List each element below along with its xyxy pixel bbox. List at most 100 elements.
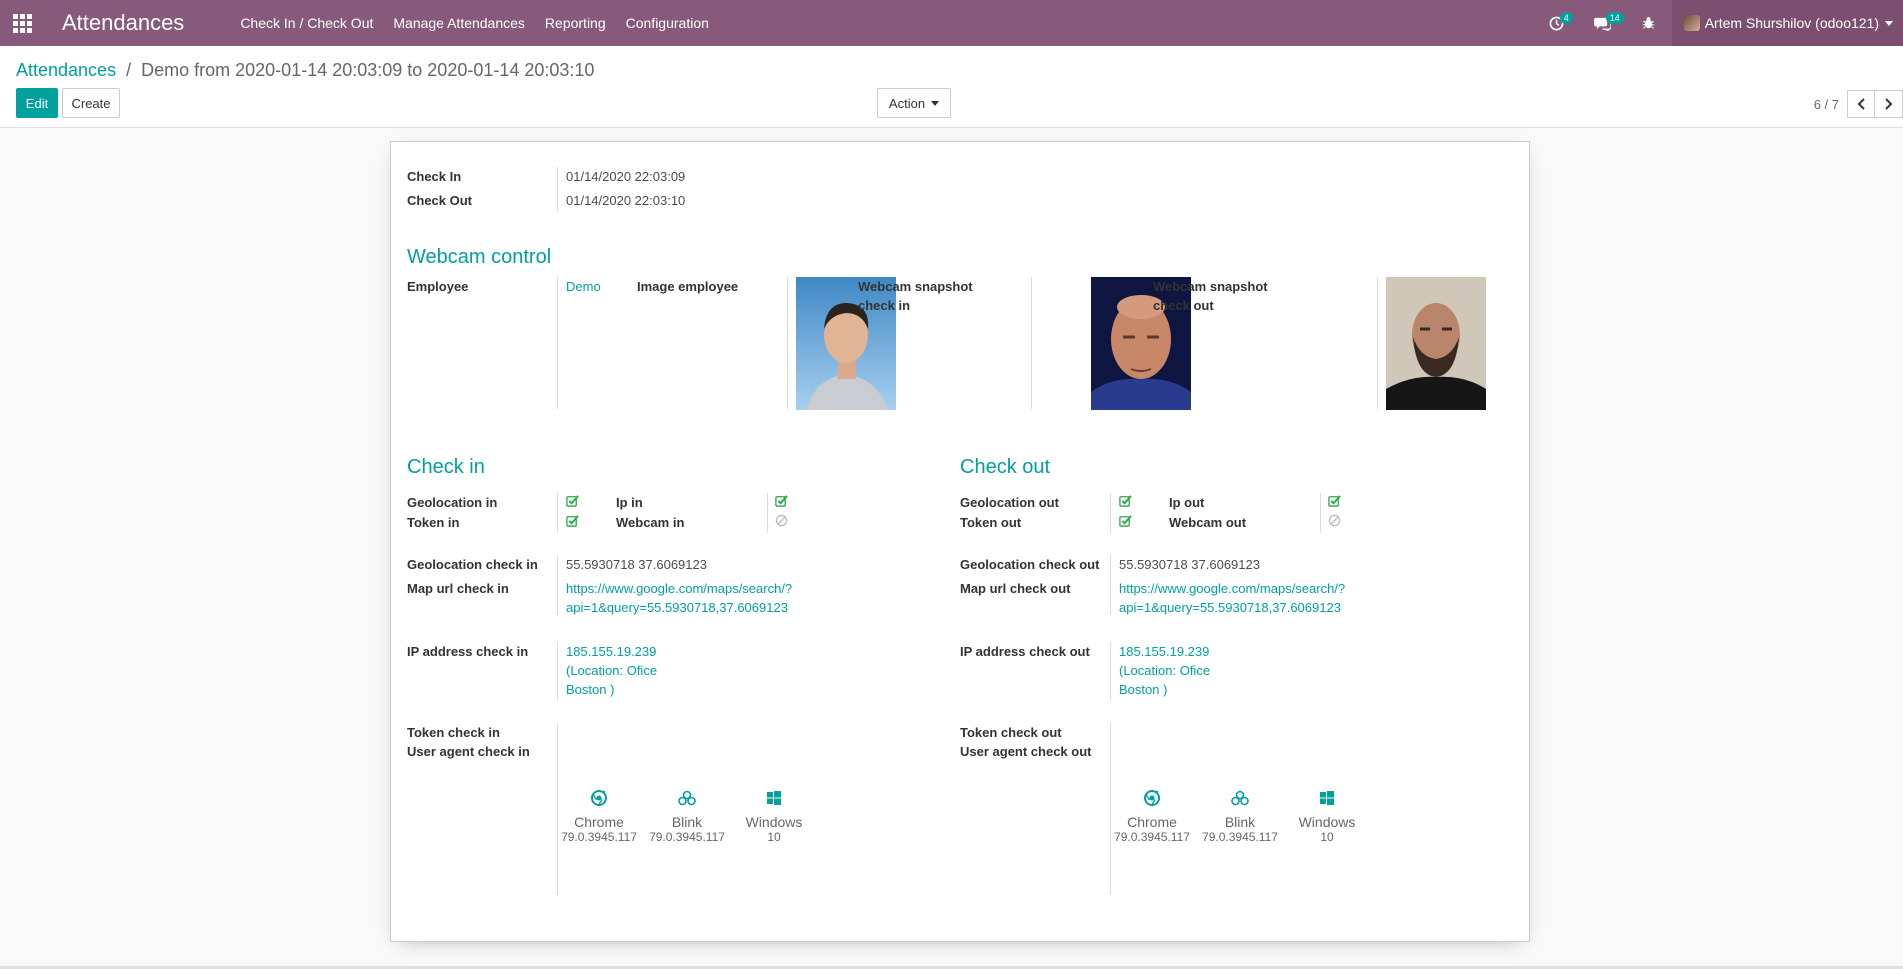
image-employee-label: Image employee bbox=[637, 279, 739, 294]
ip-address-check-in-value[interactable]: 185.155.19.239 (Location: Ofice Boston ) bbox=[566, 642, 657, 699]
breadcrumb: Attendances / Demo from 2020-01-14 20:03… bbox=[16, 60, 594, 81]
user-agent-engine: Blink 79.0.3945.117 bbox=[1195, 790, 1285, 844]
ip-line: 185.155.19.239 bbox=[1119, 644, 1210, 659]
os-version: 10 bbox=[767, 830, 781, 844]
geolocation-check-in-value: 55.5930718 37.6069123 bbox=[566, 557, 707, 572]
field-separator bbox=[1320, 493, 1321, 533]
geolocation-in-checkbox-icon bbox=[566, 495, 579, 507]
ip-address-check-out-value[interactable]: 185.155.19.239 (Location: Ofice Boston ) bbox=[1119, 642, 1210, 699]
menu-check-in-check-out[interactable]: Check In / Check Out bbox=[240, 15, 373, 31]
field-separator bbox=[1110, 555, 1111, 615]
ip-line: (Location: Ofice bbox=[566, 663, 658, 678]
control-panel: Attendances / Demo from 2020-01-14 20:03… bbox=[0, 46, 1903, 128]
pager-previous-button[interactable] bbox=[1847, 90, 1875, 118]
webcam-out-disabled-icon bbox=[1328, 514, 1341, 527]
blink-icon bbox=[1231, 790, 1249, 806]
field-separator bbox=[1110, 642, 1111, 700]
field-separator bbox=[557, 493, 558, 533]
menu-manage-attendances[interactable]: Manage Attendances bbox=[393, 15, 525, 31]
pager-next-button[interactable] bbox=[1875, 90, 1903, 118]
breadcrumb-separator: / bbox=[126, 60, 132, 80]
map-url-check-in-label: Map url check in bbox=[407, 581, 509, 596]
messaging-button[interactable]: 14 bbox=[1580, 0, 1626, 46]
snapshot-in-label-line1: Webcam snapshot bbox=[858, 279, 973, 294]
ip-out-label: Ip out bbox=[1169, 495, 1205, 510]
token-check-out-label: Token check out bbox=[960, 725, 1062, 740]
action-label: Action bbox=[888, 95, 926, 111]
pager: 6 / 7 bbox=[1814, 90, 1903, 118]
map-url-check-out-link[interactable]: https://www.google.com/maps/search/? api… bbox=[1119, 579, 1345, 617]
engine-name: Blink bbox=[671, 814, 703, 830]
check-out-section-title: Check out bbox=[960, 456, 1051, 478]
app-brand[interactable]: Attendances bbox=[62, 10, 184, 36]
blink-icon bbox=[678, 790, 696, 806]
apps-menu-button[interactable] bbox=[0, 0, 44, 46]
field-separator bbox=[1031, 277, 1032, 409]
os-name: Windows bbox=[1298, 814, 1356, 830]
map-url-line: api=1&query=55.5930718,37.6069123 bbox=[566, 600, 788, 615]
activity-badge: 4 bbox=[1559, 12, 1573, 24]
user-agent-browser: Chrome 79.0.3945.117 bbox=[1107, 790, 1197, 844]
browser-name: Chrome bbox=[574, 814, 624, 830]
field-separator bbox=[557, 555, 558, 615]
field-separator bbox=[1377, 277, 1378, 409]
map-url-check-in-link[interactable]: https://www.google.com/maps/search/? api… bbox=[566, 579, 792, 617]
user-agent-browser: Chrome 79.0.3945.117 bbox=[554, 790, 644, 844]
pager-value[interactable]: 6 / 7 bbox=[1814, 97, 1839, 112]
os-name: Windows bbox=[745, 814, 803, 830]
edit-button[interactable]: Edit bbox=[16, 88, 58, 118]
windows-icon bbox=[1320, 791, 1334, 805]
main-navbar: Attendances Check In / Check Out Manage … bbox=[0, 0, 1903, 46]
geolocation-check-out-label: Geolocation check out bbox=[960, 557, 1100, 572]
check-in-value: 01/14/2020 22:03:09 bbox=[566, 169, 686, 184]
token-in-label: Token in bbox=[407, 515, 460, 530]
user-agent-check-in-label: User agent check in bbox=[407, 744, 530, 759]
webcam-in-disabled-icon bbox=[775, 514, 788, 527]
messages-badge: 14 bbox=[1605, 12, 1624, 24]
field-separator bbox=[1110, 493, 1111, 533]
user-name: Artem Shurshilov (odoo121) bbox=[1704, 15, 1879, 31]
create-button[interactable]: Create bbox=[62, 88, 120, 118]
breadcrumb-attendances-link[interactable]: Attendances bbox=[16, 60, 116, 80]
engine-version: 79.0.3945.117 bbox=[1202, 830, 1278, 844]
ip-out-checkbox-icon bbox=[1328, 495, 1341, 507]
webcam-snapshot-check-out-image bbox=[1386, 277, 1486, 410]
ip-in-label: Ip in bbox=[616, 495, 643, 510]
webcam-in-label: Webcam in bbox=[616, 515, 685, 530]
token-out-label: Token out bbox=[960, 515, 1022, 530]
snapshot-in-label-line2: check in bbox=[858, 298, 911, 313]
map-url-line: https://www.google.com/maps/search/? bbox=[566, 581, 793, 596]
snapshot-out-label-line1: Webcam snapshot bbox=[1153, 279, 1268, 294]
field-separator bbox=[787, 277, 788, 409]
debug-button[interactable] bbox=[1626, 0, 1672, 46]
ip-line: Boston ) bbox=[1119, 682, 1168, 697]
form-sheet: Check In 01/14/2020 22:03:09 Check Out 0… bbox=[390, 141, 1530, 942]
engine-version: 79.0.3945.117 bbox=[649, 830, 725, 844]
field-separator bbox=[557, 642, 558, 700]
field-separator bbox=[557, 167, 558, 211]
user-agent-check-out-label: User agent check out bbox=[960, 744, 1092, 759]
chrome-icon bbox=[1144, 790, 1160, 806]
chrome-icon bbox=[591, 790, 607, 806]
action-dropdown[interactable]: Action bbox=[877, 88, 951, 118]
user-menu[interactable]: Artem Shurshilov (odoo121) bbox=[1671, 0, 1903, 46]
ip-line: 185.155.19.239 bbox=[566, 644, 657, 659]
bug-icon bbox=[1643, 17, 1655, 29]
avatar bbox=[1683, 15, 1700, 31]
browser-version: 79.0.3945.117 bbox=[561, 830, 637, 844]
menu-configuration[interactable]: Configuration bbox=[626, 15, 709, 31]
ip-in-checkbox-icon bbox=[775, 495, 788, 507]
user-agent-os: Windows 10 bbox=[729, 790, 819, 844]
webcam-out-label: Webcam out bbox=[1169, 515, 1247, 530]
check-out-value: 01/14/2020 22:03:10 bbox=[566, 193, 686, 208]
employee-link[interactable]: Demo bbox=[566, 277, 601, 296]
check-in-section-title: Check in bbox=[407, 456, 485, 478]
field-separator bbox=[557, 277, 558, 409]
caret-down-icon bbox=[931, 100, 940, 106]
geolocation-out-checkbox-icon bbox=[1119, 495, 1132, 507]
windows-icon bbox=[767, 791, 781, 805]
activity-button[interactable]: 4 bbox=[1534, 0, 1580, 46]
check-out-label: Check Out bbox=[407, 193, 473, 208]
geolocation-check-in-label: Geolocation check in bbox=[407, 557, 538, 572]
menu-reporting[interactable]: Reporting bbox=[545, 15, 606, 31]
